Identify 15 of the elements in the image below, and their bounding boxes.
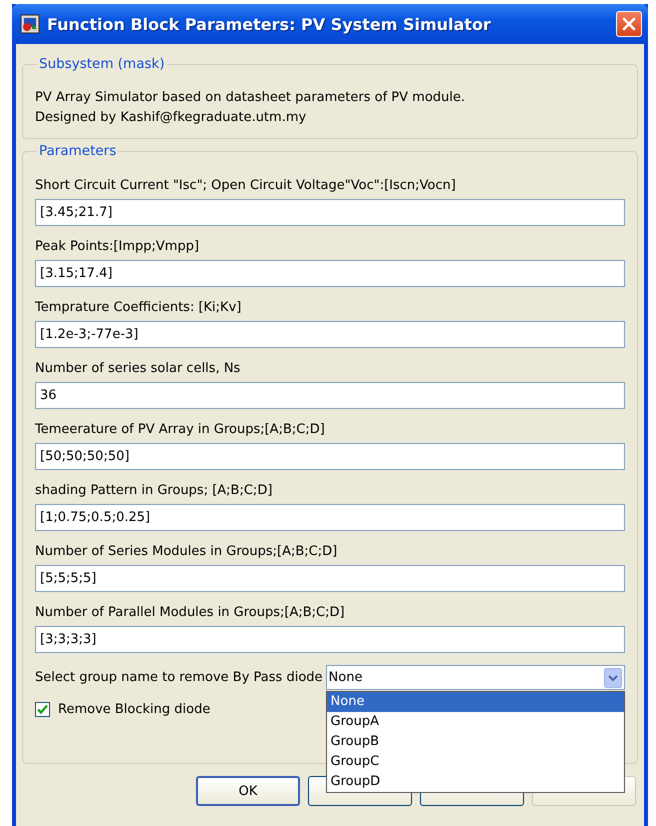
field-label: Short Circuit Current "Isc"; Open Circuit Voltage"Voc":[Iscn;Vocn] <box>35 177 457 195</box>
field-label: Select group name to remove By Pass diode <box>35 668 323 686</box>
field-label: Number of Series Modules in Groups;[A;B;C;D] <box>35 543 338 561</box>
group-title: Parameters <box>38 143 118 159</box>
checkbox-label: Remove Blocking diode <box>58 702 210 717</box>
window-title: Function Block Parameters: PV System Simulator <box>47 14 492 34</box>
group-title: Subsystem (mask) <box>38 56 166 72</box>
description-text: Designed by Kashif@fkegraduate.utm.my <box>35 109 308 127</box>
field-label: Temeerature of PV Array in Groups;[A;B;C;D] <box>35 421 326 439</box>
field-label: Number of series solar cells, Ns <box>35 360 242 378</box>
field-label: Number of Parallel Modules in Groups;[A;B;C;D] <box>35 604 346 622</box>
description-text: PV Array Simulator based on datasheet parameters of PV module. <box>35 89 466 107</box>
field-label: shading Pattern in Groups; [A;B;C;D] <box>35 482 274 500</box>
field-label: Temprature Coefficients: [Ki;Kv] <box>35 299 242 317</box>
field-label: Peak Points:[Impp;Vmpp] <box>35 238 200 256</box>
